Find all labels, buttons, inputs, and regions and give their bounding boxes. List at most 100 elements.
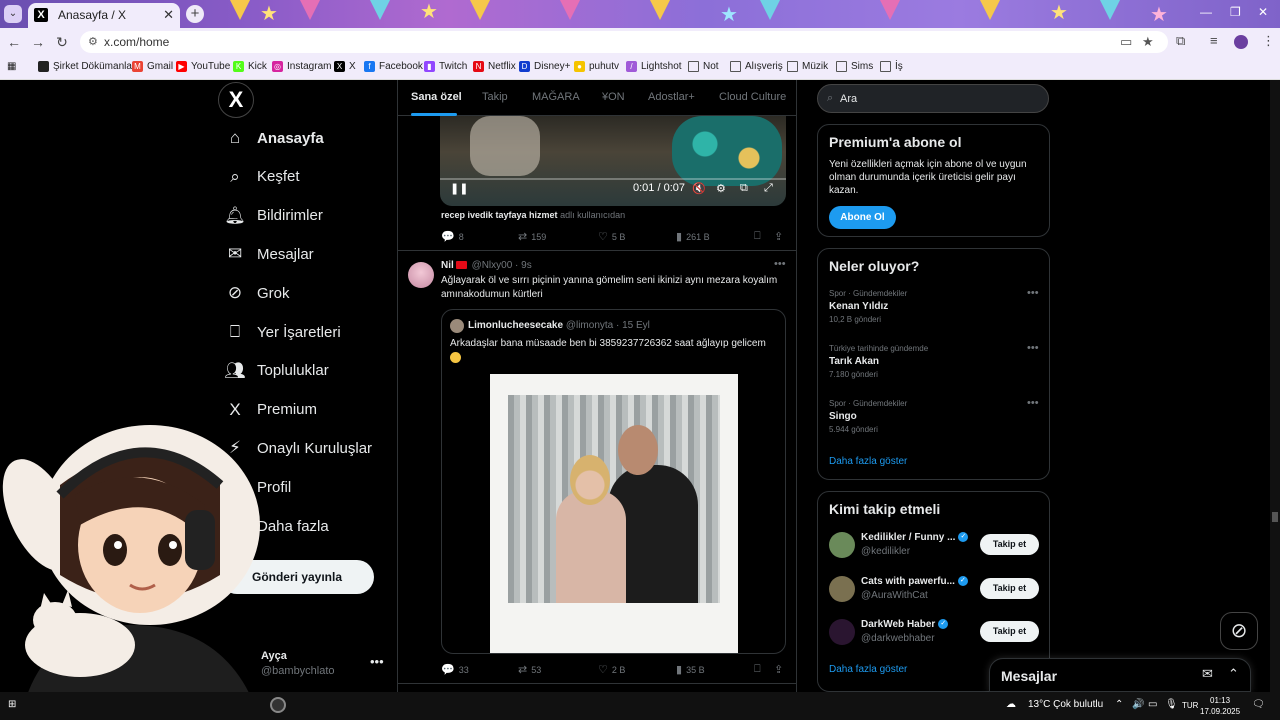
profile-avatar[interactable] <box>1234 35 1248 49</box>
nav-item-premium[interactable]: X Premium <box>225 395 317 425</box>
network-icon[interactable]: ▭ <box>1148 699 1157 710</box>
system-clock[interactable]: 01:13 17.09.2025 <box>1200 695 1240 717</box>
follow-button[interactable]: Takip et <box>980 577 1039 599</box>
views-button[interactable]: ▮ 261 B <box>676 230 710 243</box>
bookmark-netflix[interactable]: N Netflix <box>473 61 516 72</box>
bookmark-lightshot[interactable]: / Lightshot <box>626 61 682 72</box>
bookmark-alışveriş[interactable]: Alışveriş <box>730 61 783 72</box>
bookmark-button[interactable]: ⎕ <box>754 663 765 676</box>
cast-icon[interactable]: ▭ <box>1120 34 1132 50</box>
bookmark-youtube[interactable]: ▶ YouTube <box>176 61 230 72</box>
tab-takip[interactable]: Takip <box>482 91 508 103</box>
pause-icon[interactable]: ❚❚ <box>450 182 468 195</box>
nav-item-bildirimler[interactable]: 🔔︎ Bildirimler <box>224 201 323 231</box>
subscribe-button[interactable]: Abone Ol <box>829 206 896 229</box>
trend-item[interactable]: Türkiye tarihinde gündemde Tarık Akan 7.18… <box>829 344 1039 379</box>
start-icon[interactable]: ⊞ <box>8 699 16 710</box>
close-tab-icon[interactable]: ✕ <box>163 7 174 23</box>
tray-chevron-icon[interactable]: ⌃ <box>1115 699 1123 710</box>
language-indicator[interactable]: TUR <box>1182 701 1198 710</box>
apps-grid-icon[interactable]: ▦ <box>7 61 16 72</box>
bookmark-x[interactable]: XX <box>334 61 356 72</box>
follow-button[interactable]: Takip et <box>980 534 1039 555</box>
forward-icon[interactable]: → <box>29 33 47 51</box>
trend-more-icon[interactable]: ••• <box>1027 342 1039 354</box>
reply-button[interactable]: 💬 33 <box>441 663 469 676</box>
like-button[interactable]: ♡ 2 B <box>598 663 625 676</box>
site-info-icon[interactable]: ⚙ <box>88 35 102 49</box>
nav-item-keşfet[interactable]: ⌕ Keşfet <box>225 162 299 192</box>
follow-button[interactable]: Takip et <box>980 621 1039 642</box>
nav-item-mesajlar[interactable]: ✉ Mesajlar <box>225 239 314 269</box>
bookmark-kick[interactable]: K Kick <box>233 61 267 72</box>
weather-text[interactable]: 13°C Çok bulutlu <box>1028 699 1103 710</box>
trend-item[interactable]: Spor · Gündemdekiler Singo 5.944 gönderi <box>829 399 1039 434</box>
bookmark-puhutv[interactable]: ● puhutv <box>574 61 619 72</box>
notifications-icon[interactable]: 🗨 <box>1252 699 1265 710</box>
browser-menu-icon[interactable]: ⋮ <box>1262 33 1275 49</box>
chrome-taskbar-icon[interactable] <box>270 697 286 713</box>
nav-item-anasayfa[interactable]: ⌂ Anasayfa <box>225 123 324 153</box>
like-button[interactable]: ♡ 5 B <box>598 230 625 243</box>
minimize-icon[interactable]: — <box>1200 5 1212 19</box>
bookmark-instagram[interactable]: ◎ Instagram <box>272 61 331 72</box>
scrollbar-thumb[interactable] <box>1272 512 1278 522</box>
tab-anasayfa[interactable]: X Anasayfa / X ✕ <box>28 3 180 28</box>
quoted-tweet[interactable]: Limonlucheesecake @limonyta · 15 Eyl Ark… <box>441 309 786 654</box>
bookmark-gmail[interactable]: M Gmail <box>132 61 173 72</box>
mute-icon[interactable]: 🔇 <box>692 182 706 195</box>
bookmark-facebook[interactable]: f Facebook <box>364 61 423 72</box>
messages-drawer[interactable]: Mesajlar ✉ ⌃ <box>989 658 1251 692</box>
follow-suggestion[interactable]: Kedilikler / Funny ... ✓ @kedilikler Takip … <box>829 532 1044 562</box>
tab-magara[interactable]: MAĞARA <box>532 91 580 103</box>
avatar[interactable] <box>408 262 434 288</box>
bookmark-star-icon[interactable]: ★ <box>1142 34 1154 50</box>
trend-more-icon[interactable]: ••• <box>1027 397 1039 409</box>
microphone-icon[interactable]: 🎙 <box>1165 699 1178 710</box>
attribution-name[interactable]: recep ivedik tayfaya hizmet <box>441 210 558 220</box>
trends-show-more[interactable]: Daha fazla göster <box>829 456 907 467</box>
repost-button[interactable]: ⇄ 159 <box>518 230 546 243</box>
polaroid-photo[interactable] <box>490 374 738 653</box>
grok-button[interactable]: ⊘ <box>1220 612 1258 650</box>
reload-icon[interactable]: ↻ <box>53 33 71 51</box>
bookmark-disney+[interactable]: D Disney+ <box>519 61 570 72</box>
maximize-icon[interactable]: ❐ <box>1230 5 1241 19</box>
close-window-icon[interactable]: ✕ <box>1258 5 1268 19</box>
expand-drawer-icon[interactable]: ⌃ <box>1228 666 1239 682</box>
nav-item-grok[interactable]: ⊘ Grok <box>225 278 290 308</box>
reading-list-icon[interactable]: ≡ <box>1210 33 1218 48</box>
bookmark-twitch[interactable]: ▮ Twitch <box>424 61 467 72</box>
tab-sana-ozel[interactable]: Sana özel <box>411 91 462 103</box>
tab-yon[interactable]: ¥ON <box>602 91 625 103</box>
bookmark-i-ş[interactable]: İş <box>880 61 903 72</box>
tweet-more-icon[interactable]: ••• <box>774 258 786 270</box>
new-tab-button[interactable]: + <box>186 5 204 23</box>
account-switcher[interactable]: Ayça @bambychlato <box>261 650 335 677</box>
views-button[interactable]: ▮ 35 B <box>676 663 705 676</box>
nav-item-yer-i-şaretleri[interactable]: ⎕ Yer İşaretleri <box>225 317 341 347</box>
new-message-icon[interactable]: ✉ <box>1202 666 1213 682</box>
tab-cloud-culture[interactable]: Cloud Culture <box>719 91 786 103</box>
volume-icon[interactable]: 🔊 <box>1132 699 1144 710</box>
picture-in-picture-icon[interactable]: ⧉ <box>740 182 748 195</box>
follow-show-more[interactable]: Daha fazla göster <box>829 664 907 675</box>
video-progress-bar[interactable] <box>440 178 786 180</box>
reply-button[interactable]: 💬 8 <box>441 230 464 243</box>
bookmark-not[interactable]: Not <box>688 61 719 72</box>
video-player[interactable]: ❚❚ 0:01 / 0:07 🔇 ⚙ ⧉ ⤢ <box>440 116 786 206</box>
avatar[interactable] <box>829 619 855 645</box>
settings-gear-icon[interactable]: ⚙ <box>716 182 726 195</box>
follow-suggestion[interactable]: Cats with pawerfu... ✓ @AuraWithCat Takip e… <box>829 575 1044 606</box>
search-input[interactable]: ⌕ Ara <box>817 84 1049 113</box>
tab-search-button[interactable]: ⌄ <box>4 5 22 23</box>
bookmark-müzik[interactable]: Müzik <box>787 61 828 72</box>
bookmark-şirket-dökümanları[interactable]: Şirket Dökümanları <box>38 61 138 72</box>
extensions-icon[interactable]: ⧉ <box>1176 33 1185 49</box>
trend-item[interactable]: Spor · Gündemdekiler Kenan Yıldız 10,2 B g… <box>829 289 1039 324</box>
trend-more-icon[interactable]: ••• <box>1027 287 1039 299</box>
author-handle[interactable]: @Nlxy00 · 9s <box>472 260 532 271</box>
nav-item-topluluklar[interactable]: 👥︎ Topluluklar <box>224 356 329 386</box>
repost-button[interactable]: ⇄ 53 <box>518 663 541 676</box>
address-bar[interactable]: ⚙ x.com/home ▭ ★ <box>80 31 1168 53</box>
